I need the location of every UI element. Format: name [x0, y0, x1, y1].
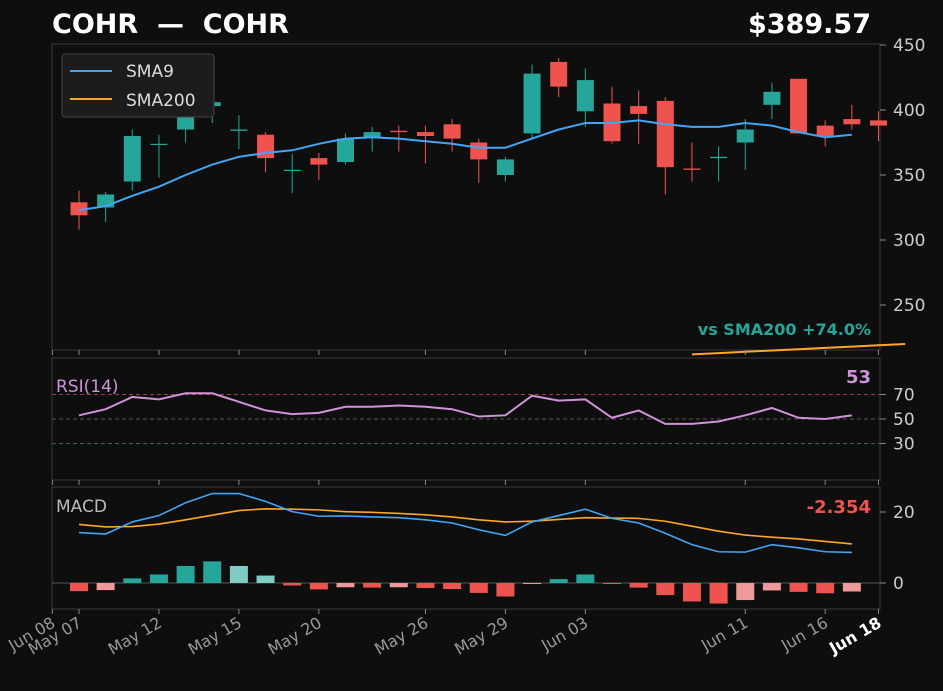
candle-body	[816, 125, 834, 136]
candle-body	[630, 106, 648, 114]
macd-histogram-bar	[709, 583, 728, 604]
macd-histogram-bar	[443, 583, 462, 590]
macd-label: MACD	[56, 497, 107, 517]
chart-title: COHR — COHR	[52, 9, 289, 40]
macd-histogram-bar	[96, 583, 115, 591]
candle-body	[683, 168, 701, 170]
candle	[790, 78, 808, 134]
macd-histogram-bar	[176, 565, 195, 583]
sma200-annotation: vs SMA200 +74.0%	[698, 320, 871, 339]
macd-histogram-bar	[229, 565, 248, 583]
macd-histogram-bar	[469, 583, 488, 593]
candle-body	[576, 80, 594, 112]
macd-ytick-label: 0	[893, 574, 904, 594]
candle-body	[763, 91, 781, 105]
macd-histogram-bar	[629, 583, 648, 588]
candle-body	[310, 158, 328, 165]
macd-histogram-bar	[149, 574, 168, 583]
candle-body	[416, 132, 434, 136]
candle-body	[470, 142, 488, 160]
rsi-ytick-label: 50	[893, 410, 915, 430]
candle-body	[443, 124, 461, 139]
price-legend: SMA9 SMA200	[61, 53, 215, 118]
chart-root: COHR — COHR $389.57 250 300 350 400 450 30 50 7…	[0, 0, 943, 687]
macd-histogram-bar	[283, 583, 302, 586]
stock-chart: COHR — COHR $389.57 250 300 350 400 450 30 50 7…	[0, 0, 943, 687]
rsi-value: 53	[846, 367, 871, 388]
macd-histogram-bar	[682, 583, 701, 602]
macd-histogram-bar	[523, 583, 542, 584]
candle-body	[870, 120, 887, 126]
rsi-ytick-label: 30	[893, 435, 915, 455]
macd-histogram-bar	[309, 583, 328, 590]
price-ytick-label: 300	[893, 231, 925, 251]
macd-histogram-bar	[576, 574, 595, 583]
price-ytick-label: 350	[893, 166, 925, 186]
macd-histogram-bar	[603, 583, 621, 584]
macd-histogram-bar	[842, 583, 861, 592]
macd-histogram-bar	[656, 583, 675, 596]
macd-histogram-bar	[816, 583, 835, 594]
macd-histogram-bar	[203, 561, 222, 583]
price-ytick-label: 450	[893, 36, 925, 56]
candle	[123, 129, 141, 191]
macd-ytick-label: 20	[893, 503, 915, 523]
candle-body	[496, 159, 514, 175]
candle-body	[736, 129, 754, 143]
price-ytick-label: 400	[893, 101, 925, 121]
candle-body	[230, 129, 248, 131]
candle-body	[150, 143, 168, 145]
macd-histogram-bar	[789, 583, 808, 592]
macd-histogram-bar	[549, 579, 568, 583]
candle-body	[790, 78, 808, 134]
candle-body	[283, 169, 301, 171]
macd-value: -2.354	[807, 497, 871, 518]
candle-body	[550, 61, 568, 87]
rsi-label: RSI(14)	[56, 377, 119, 397]
legend-label-sma9: SMA9	[126, 62, 174, 82]
macd-histogram-bar	[736, 583, 755, 601]
macd-histogram-bar	[363, 583, 382, 588]
macd-histogram-bar	[70, 583, 88, 592]
legend-label-sma200: SMA200	[126, 91, 196, 111]
macd-histogram-bar	[123, 578, 142, 583]
macd-histogram-bar	[496, 583, 515, 597]
candle-body	[523, 73, 541, 134]
candle	[523, 64, 541, 139]
macd-panel	[51, 486, 881, 610]
candle-body	[656, 100, 674, 168]
candle-body	[390, 130, 408, 133]
macd-histogram-bar	[389, 583, 408, 588]
candle-body	[843, 119, 861, 125]
last-price: $389.57	[748, 9, 871, 40]
macd-histogram-bar	[336, 583, 355, 588]
candle-body	[123, 136, 141, 182]
price-ytick-label: 250	[893, 296, 925, 316]
macd-histogram-bar	[762, 583, 781, 591]
candle-body	[337, 138, 354, 162]
candle-body	[710, 156, 728, 159]
macd-histogram-bar	[416, 583, 435, 588]
rsi-ytick-label: 70	[893, 386, 915, 406]
macd-histogram-bar	[256, 575, 275, 583]
